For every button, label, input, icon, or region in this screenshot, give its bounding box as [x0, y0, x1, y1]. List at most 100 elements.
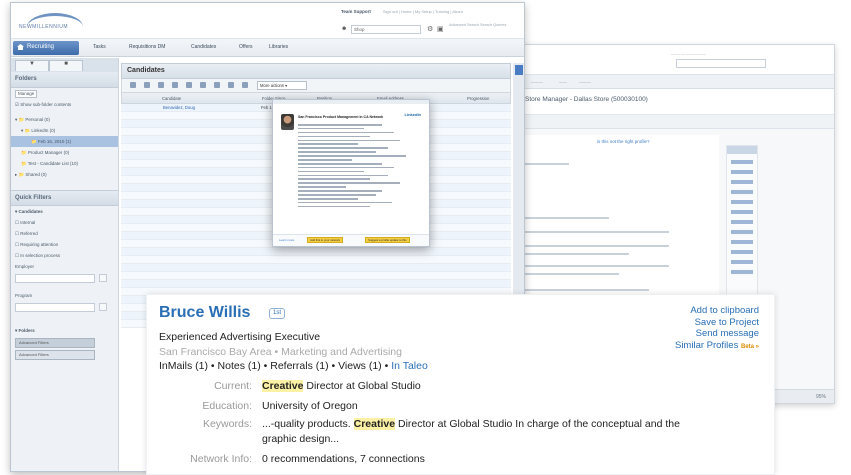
in-taleo-link[interactable]: In Taleo — [391, 360, 428, 372]
folders-heading: Folders — [11, 72, 118, 88]
tab-offers[interactable]: Offers — [239, 44, 253, 50]
avatar — [281, 114, 294, 130]
filter-referred[interactable]: ☐ Referred — [11, 228, 118, 239]
send-message-link[interactable]: Send message — [675, 328, 759, 340]
toolbar-icon[interactable] — [214, 82, 220, 88]
bg-requisition-title: Store Manager - Dallas Store (500030100) — [525, 96, 648, 103]
popup-footer: Learn more Add this to your network Sugg… — [273, 234, 429, 246]
education-label: Education: — [202, 400, 252, 412]
folder-tab[interactable]: ■ — [49, 60, 83, 71]
add-to-clipboard-link[interactable]: Add to clipboard — [675, 305, 759, 317]
network-info-value: 0 recommendations, 7 connections — [262, 453, 425, 465]
bg-top-links: — — — — — — — — [671, 51, 706, 56]
folder-product-manager[interactable]: 📁 Product Manager (0) — [11, 147, 118, 158]
folder-test-list[interactable]: 📁 Test - Candidate List (10) — [11, 158, 118, 169]
popup-learn-link[interactable]: Learn more — [279, 238, 294, 242]
connection-degree-badge: 1st — [269, 308, 285, 319]
scroll-thumb[interactable] — [515, 65, 523, 75]
folder-shared[interactable]: ▸ 📁 Shared (0) — [11, 169, 118, 180]
column-candidate[interactable]: Candidate — [162, 96, 181, 101]
views-count[interactable]: Views (1) — [338, 360, 382, 372]
candidates-title: Candidates — [121, 63, 511, 79]
linkedin-profile-popup: San Francisco Product Management in CA N… — [272, 99, 430, 247]
column-progression[interactable]: Progression — [467, 96, 489, 101]
bg-search-field[interactable] — [676, 59, 766, 68]
bg-zoom-level[interactable]: 95% — [816, 394, 826, 400]
toolbar-icon[interactable] — [172, 82, 178, 88]
keywords-label: Keywords: — [202, 418, 252, 430]
bg-nav-item[interactable]: ——— — [579, 79, 591, 84]
group-select[interactable]: Shop — [351, 25, 421, 34]
toolbar-icon[interactable] — [228, 82, 234, 88]
bg-profile-link[interactable]: is this not the right profile? — [597, 139, 650, 144]
profile-name[interactable]: Bruce Willis — [159, 304, 250, 322]
network-info-label: Network Info: — [190, 453, 252, 465]
toolbar-icon[interactable] — [158, 82, 164, 88]
search-links[interactable]: Advanced Search Search Queries — [449, 23, 506, 28]
app-logo: NEWMILLENNIUM — [19, 11, 97, 31]
inmails-count[interactable]: InMails (1) — [159, 360, 208, 372]
show-subfolder-checkbox[interactable]: ☑ Show sub-folder contents — [11, 99, 118, 110]
advanced-filters-label[interactable]: Advanced Filters — [15, 350, 95, 360]
table-row — [121, 248, 511, 256]
add-to-network-button[interactable]: Add this to your network — [307, 237, 344, 243]
current-value: Creative Director at Global Studio — [262, 380, 421, 392]
main-nav: Recruiting Tasks Requisitions DM Candida… — [11, 39, 524, 57]
referrals-count[interactable]: Referrals (1) — [270, 360, 328, 372]
profile-stats: InMails (1) • Notes (1) • Referrals (1) … — [159, 360, 428, 372]
filter-selection[interactable]: ☐ In selection process — [11, 250, 118, 261]
keywords-value: ...-quality products. Creative Director … — [262, 418, 680, 430]
toolbar-icon[interactable] — [242, 82, 248, 88]
calendar-icon[interactable]: ▣ — [437, 25, 444, 33]
tab-recruiting[interactable]: Recruiting — [13, 41, 79, 55]
tab-tasks[interactable]: Tasks — [93, 44, 106, 50]
toolbar-icon[interactable] — [186, 82, 192, 88]
table-row — [121, 272, 511, 280]
filter-attention[interactable]: ☐ Requiring attention — [11, 239, 118, 250]
tab-libraries[interactable]: Libraries — [269, 44, 288, 50]
profile-location: San Francisco Bay Area • Marketing and A… — [159, 346, 402, 358]
table-row — [121, 264, 511, 272]
tab-candidates[interactable]: Candidates — [191, 44, 216, 50]
toolbar-icon[interactable] — [130, 82, 136, 88]
employer-field[interactable] — [15, 274, 95, 283]
folder-feb-16[interactable]: 📁 Feb 16, 2010 (1) — [11, 136, 118, 147]
folder-linkedin[interactable]: ▾ 📁 LinkedIn (0) — [11, 125, 118, 136]
notes-count[interactable]: Notes (1) — [218, 360, 261, 372]
candidates-filter-heading: ▾ Candidates — [15, 209, 43, 214]
screenshot-stage: — — — — — — — ——— —— ——— Store Manager -… — [0, 0, 851, 475]
gear-icon[interactable]: ⚙ — [427, 25, 433, 33]
linkedin-logo: LinkedIn — [404, 112, 421, 117]
app-header: NEWMILLENNIUM Team Support Sign out | Ho… — [11, 3, 524, 39]
tab-requisitions[interactable]: Requisitions DM — [129, 44, 165, 50]
top-links[interactable]: Sign out | Home | My Setup | Training | … — [383, 9, 463, 14]
profile-card: Bruce Willis 1st Experienced Advertising… — [146, 294, 775, 475]
profile-headline: Experienced Advertising Executive — [159, 331, 321, 343]
bg-nav-item[interactable]: ——— — [531, 79, 543, 84]
lookup-icon[interactable] — [99, 303, 107, 311]
candidate-name-link[interactable]: Benavidez, Doug — [163, 105, 195, 110]
similar-profiles-link[interactable]: Similar Profiles Beta » — [675, 340, 759, 354]
suggest-update-button[interactable]: Suggest a profile update to this — [365, 237, 410, 243]
employer-label: Employer — [15, 264, 35, 269]
folder-personal[interactable]: ▾ 📁 Personal (0) — [11, 114, 118, 125]
current-label: Current: — [214, 380, 252, 392]
profile-actions: Add to clipboard Save to Project Send me… — [675, 305, 759, 353]
filter-tab[interactable]: ▼ — [15, 60, 49, 71]
more-actions-dropdown[interactable]: More actions ▾ — [257, 81, 307, 90]
lookup-icon[interactable] — [99, 274, 107, 282]
save-to-project-link[interactable]: Save to Project — [675, 317, 759, 329]
beta-badge: Beta » — [740, 343, 759, 350]
team-support-label: Team Support — [341, 9, 371, 14]
toolbar-icon[interactable] — [200, 82, 206, 88]
manage-dropdown[interactable]: Manage — [15, 90, 38, 98]
quick-filters-heading: Quick Filters — [11, 190, 118, 206]
toolbar-icon[interactable] — [144, 82, 150, 88]
user-icon: ☻ — [341, 26, 348, 32]
advanced-filters-button[interactable]: Advanced Filters — [15, 338, 95, 348]
candidates-toolbar: More actions ▾ — [121, 79, 511, 93]
bg-nav-item[interactable]: —— — [559, 79, 567, 84]
filter-internal[interactable]: ☐ Internal — [11, 217, 118, 228]
keywords-value-line2: graphic design... — [262, 433, 340, 445]
program-field[interactable] — [15, 303, 95, 312]
